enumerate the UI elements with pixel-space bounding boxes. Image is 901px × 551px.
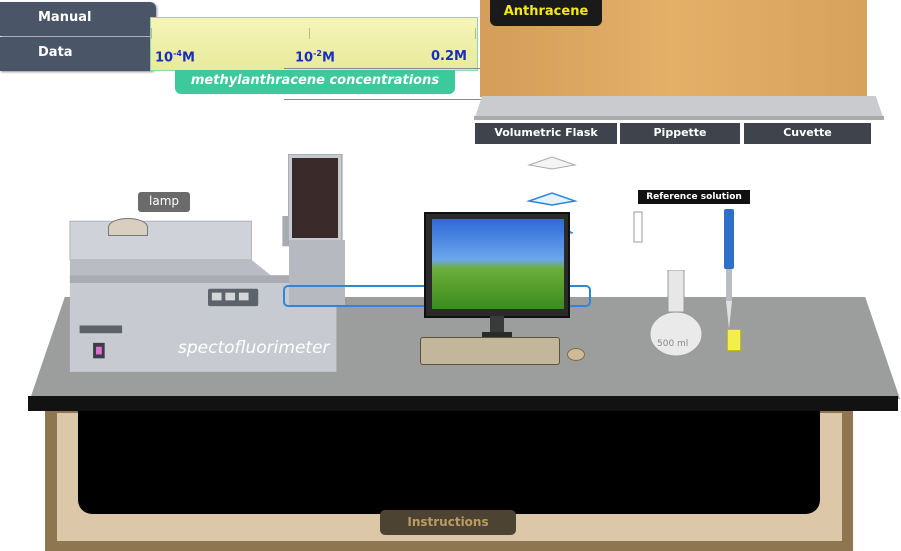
tab-volumetric-flask[interactable]: Volumetric Flask: [475, 123, 617, 144]
keyboard[interactable]: [420, 337, 560, 365]
tick-unit: M: [321, 50, 335, 66]
cabinet-opening: [78, 411, 820, 514]
tick-unit: M: [181, 50, 195, 66]
instructions-button[interactable]: Instructions: [380, 510, 516, 535]
mouse[interactable]: [567, 348, 585, 361]
computer-monitor[interactable]: [424, 212, 570, 318]
flask-volume-label: 500 ml: [657, 339, 689, 349]
manual-button[interactable]: Manual: [0, 2, 156, 36]
tick-base: 10: [155, 50, 174, 66]
tick-label-1e-2[interactable]: 10-2M: [295, 49, 335, 65]
tick-label-0-2[interactable]: 0.2M: [431, 49, 467, 64]
reference-cuvette[interactable]: [630, 210, 646, 244]
tick-base: 0.2: [431, 49, 455, 64]
tick-exponent: -2: [313, 49, 322, 58]
tick-unit: M: [454, 49, 467, 64]
slider-tick: [151, 28, 152, 39]
sample-cuvette[interactable]: [727, 329, 741, 351]
data-button[interactable]: Data: [0, 37, 156, 71]
lab-bench-edge: [28, 396, 898, 411]
shelf-title: Anthracene: [490, 0, 602, 26]
tab-cuvette[interactable]: Cuvette: [744, 123, 871, 144]
concentration-slider[interactable]: 10-4M 10-2M 0.2M: [150, 17, 478, 71]
tick-exponent: -4: [173, 49, 182, 58]
concentration-label: methylanthracene concentrations: [175, 70, 455, 94]
shelf-board-edge: [474, 116, 884, 120]
slider-tick: [309, 28, 310, 39]
instrument-label: spectofluorimeter: [178, 338, 330, 358]
lamp-label: lamp: [138, 192, 190, 212]
tick-base: 10: [295, 50, 314, 66]
monitor-screen: [432, 219, 564, 309]
sample-compartment-lid[interactable]: [288, 154, 344, 244]
reference-solution-label: Reference solution: [638, 190, 750, 204]
tick-label-1e-4[interactable]: 10-4M: [155, 49, 195, 65]
lamp-icon[interactable]: [108, 218, 148, 236]
slider-tick: [475, 28, 476, 39]
tab-pippette[interactable]: Pippette: [620, 123, 740, 144]
pipette-icon[interactable]: [715, 205, 745, 335]
